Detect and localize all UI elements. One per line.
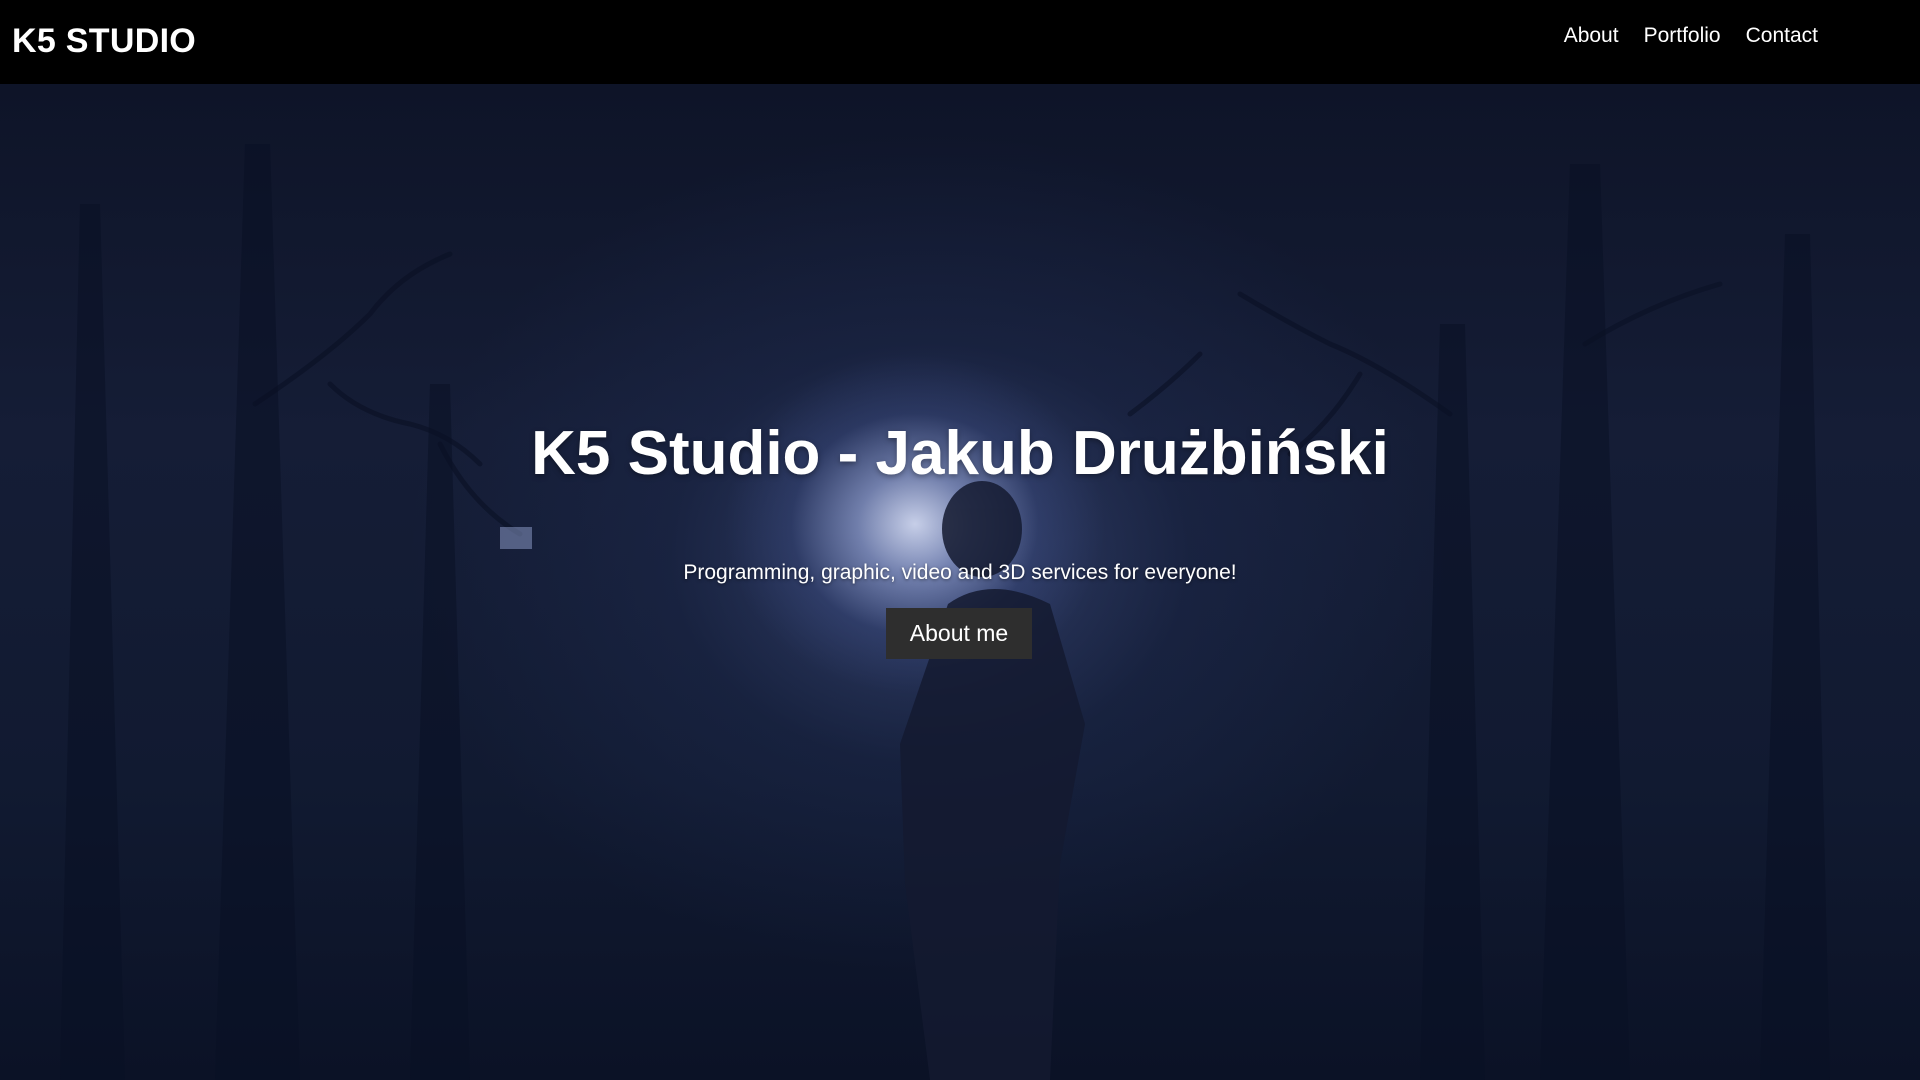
about-me-button[interactable]: About me xyxy=(886,608,1032,659)
main-navigation: About Portfolio Contact xyxy=(1564,24,1818,48)
hero-content: K5 Studio - Jakub Drużbiński Programming… xyxy=(0,84,1920,1080)
site-logo[interactable]: K5 STUDIO xyxy=(12,22,196,61)
site-header: K5 STUDIO About Portfolio Contact xyxy=(0,0,1920,84)
nav-link-about[interactable]: About xyxy=(1564,24,1619,48)
hero-section: K5 Studio - Jakub Drużbiński Programming… xyxy=(0,84,1920,1080)
hero-title: K5 Studio - Jakub Drużbiński xyxy=(531,419,1389,488)
nav-link-contact[interactable]: Contact xyxy=(1746,24,1818,48)
hero-subtitle: Programming, graphic, video and 3D servi… xyxy=(683,561,1237,584)
nav-link-portfolio[interactable]: Portfolio xyxy=(1644,24,1721,48)
